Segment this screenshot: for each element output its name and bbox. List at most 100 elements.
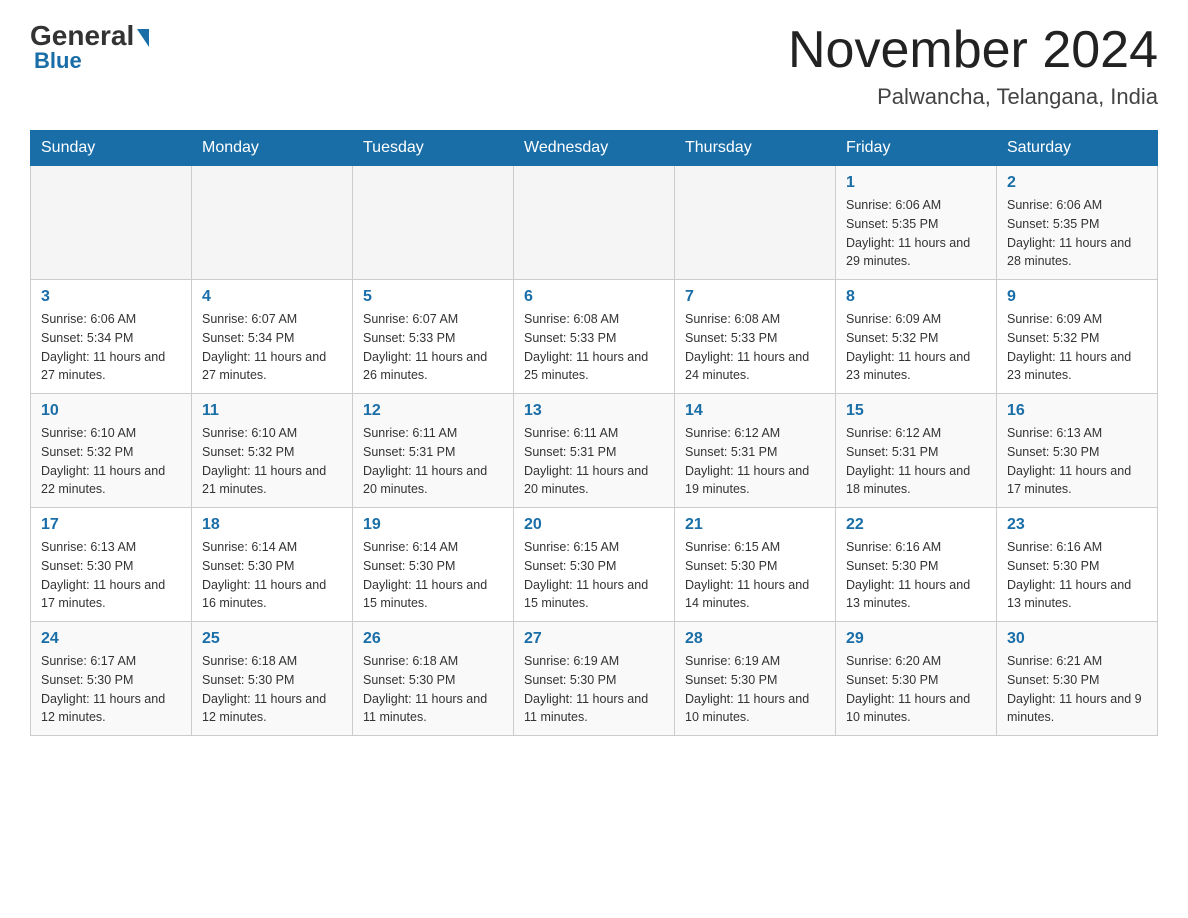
day-number: 22 [846,516,986,534]
day-info: Sunrise: 6:15 AM Sunset: 5:30 PM Dayligh… [524,538,664,613]
day-info: Sunrise: 6:10 AM Sunset: 5:32 PM Dayligh… [41,424,181,499]
calendar-day-cell: 24 Sunrise: 6:17 AM Sunset: 5:30 PM Dayli… [31,622,192,736]
day-info: Sunrise: 6:07 AM Sunset: 5:33 PM Dayligh… [363,310,503,385]
day-number: 9 [1007,288,1147,306]
day-number: 29 [846,630,986,648]
calendar-day-cell: 8 Sunrise: 6:09 AM Sunset: 5:32 PM Daylig… [836,280,997,394]
calendar-day-cell: 13Sunrise: 6:11 AM Sunset: 5:31 PM Dayli… [514,394,675,508]
day-info: Sunrise: 6:13 AM Sunset: 5:30 PM Dayligh… [41,538,181,613]
calendar-day-cell: 25Sunrise: 6:18 AM Sunset: 5:30 PM Dayli… [192,622,353,736]
calendar-day-cell: 6Sunrise: 6:08 AM Sunset: 5:33 PM Daylig… [514,280,675,394]
day-number: 8 [846,288,986,306]
day-info: Sunrise: 6:12 AM Sunset: 5:31 PM Dayligh… [685,424,825,499]
day-info: Sunrise: 6:14 AM Sunset: 5:30 PM Dayligh… [202,538,342,613]
day-info: Sunrise: 6:08 AM Sunset: 5:33 PM Dayligh… [685,310,825,385]
day-info: Sunrise: 6:17 AM Sunset: 5:30 PM Dayligh… [41,652,181,727]
calendar-day-cell: 5 Sunrise: 6:07 AM Sunset: 5:33 PM Daylig… [353,280,514,394]
day-of-week-header: Sunday [31,131,192,166]
day-info: Sunrise: 6:11 AM Sunset: 5:31 PM Dayligh… [363,424,503,499]
calendar-day-cell: 17 Sunrise: 6:13 AM Sunset: 5:30 PM Dayli… [31,508,192,622]
title-block: November 2024 Palwancha, Telangana, Indi… [788,20,1158,110]
calendar-week-row: 17 Sunrise: 6:13 AM Sunset: 5:30 PM Dayli… [31,508,1158,622]
logo-arrow-icon [137,29,149,47]
day-info: Sunrise: 6:11 AM Sunset: 5:31 PM Dayligh… [524,424,664,499]
calendar-day-cell: 10Sunrise: 6:10 AM Sunset: 5:32 PM Dayli… [31,394,192,508]
calendar-day-cell: 1 Sunrise: 6:06 AM Sunset: 5:35 PM Daylig… [836,166,997,280]
calendar-week-row: 1 Sunrise: 6:06 AM Sunset: 5:35 PM Daylig… [31,166,1158,280]
calendar-day-cell: 7 Sunrise: 6:08 AM Sunset: 5:33 PM Daylig… [675,280,836,394]
day-of-week-header: Monday [192,131,353,166]
calendar-day-cell: 29 Sunrise: 6:20 AM Sunset: 5:30 PM Dayli… [836,622,997,736]
calendar-day-cell: 16 Sunrise: 6:13 AM Sunset: 5:30 PM Dayli… [997,394,1158,508]
day-info: Sunrise: 6:07 AM Sunset: 5:34 PM Dayligh… [202,310,342,385]
calendar-week-row: 10Sunrise: 6:10 AM Sunset: 5:32 PM Dayli… [31,394,1158,508]
calendar-day-cell [31,166,192,280]
calendar-table: SundayMondayTuesdayWednesdayThursdayFrid… [30,130,1158,736]
day-info: Sunrise: 6:12 AM Sunset: 5:31 PM Dayligh… [846,424,986,499]
day-of-week-header: Saturday [997,131,1158,166]
calendar-week-row: 3 Sunrise: 6:06 AM Sunset: 5:34 PM Daylig… [31,280,1158,394]
day-number: 17 [41,516,181,534]
day-info: Sunrise: 6:10 AM Sunset: 5:32 PM Dayligh… [202,424,342,499]
day-number: 27 [524,630,664,648]
calendar-day-cell: 27 Sunrise: 6:19 AM Sunset: 5:30 PM Dayli… [514,622,675,736]
day-number: 19 [363,516,503,534]
calendar-day-cell [353,166,514,280]
day-of-week-header: Tuesday [353,131,514,166]
day-number: 2 [1007,174,1147,192]
calendar-day-cell: 15Sunrise: 6:12 AM Sunset: 5:31 PM Dayli… [836,394,997,508]
day-number: 24 [41,630,181,648]
calendar-day-cell: 23Sunrise: 6:16 AM Sunset: 5:30 PM Dayli… [997,508,1158,622]
day-info: Sunrise: 6:13 AM Sunset: 5:30 PM Dayligh… [1007,424,1147,499]
calendar-day-cell: 2 Sunrise: 6:06 AM Sunset: 5:35 PM Daylig… [997,166,1158,280]
day-info: Sunrise: 6:06 AM Sunset: 5:35 PM Dayligh… [846,196,986,271]
calendar-day-cell: 11Sunrise: 6:10 AM Sunset: 5:32 PM Dayli… [192,394,353,508]
location-subtitle: Palwancha, Telangana, India [788,84,1158,110]
calendar-day-cell: 28 Sunrise: 6:19 AM Sunset: 5:30 PM Dayli… [675,622,836,736]
calendar-day-cell: 12 Sunrise: 6:11 AM Sunset: 5:31 PM Dayli… [353,394,514,508]
page-header: General Blue November 2024 Palwancha, Te… [30,20,1158,110]
day-number: 14 [685,402,825,420]
day-info: Sunrise: 6:18 AM Sunset: 5:30 PM Dayligh… [202,652,342,727]
calendar-day-cell: 22 Sunrise: 6:16 AM Sunset: 5:30 PM Dayli… [836,508,997,622]
calendar-day-cell: 30 Sunrise: 6:21 AM Sunset: 5:30 PM Dayli… [997,622,1158,736]
calendar-day-cell: 3 Sunrise: 6:06 AM Sunset: 5:34 PM Daylig… [31,280,192,394]
day-number: 23 [1007,516,1147,534]
day-number: 20 [524,516,664,534]
day-info: Sunrise: 6:18 AM Sunset: 5:30 PM Dayligh… [363,652,503,727]
calendar-day-cell [192,166,353,280]
day-number: 26 [363,630,503,648]
calendar-day-cell [675,166,836,280]
day-info: Sunrise: 6:09 AM Sunset: 5:32 PM Dayligh… [1007,310,1147,385]
day-number: 30 [1007,630,1147,648]
day-of-week-header: Friday [836,131,997,166]
month-year-title: November 2024 [788,20,1158,80]
day-number: 12 [363,402,503,420]
calendar-day-cell: 4Sunrise: 6:07 AM Sunset: 5:34 PM Daylig… [192,280,353,394]
day-number: 16 [1007,402,1147,420]
day-number: 21 [685,516,825,534]
day-info: Sunrise: 6:06 AM Sunset: 5:34 PM Dayligh… [41,310,181,385]
calendar-day-cell: 26 Sunrise: 6:18 AM Sunset: 5:30 PM Dayli… [353,622,514,736]
logo: General Blue [30,20,149,74]
day-number: 6 [524,288,664,306]
calendar-day-cell [514,166,675,280]
day-info: Sunrise: 6:20 AM Sunset: 5:30 PM Dayligh… [846,652,986,727]
day-info: Sunrise: 6:19 AM Sunset: 5:30 PM Dayligh… [685,652,825,727]
calendar-week-row: 24 Sunrise: 6:17 AM Sunset: 5:30 PM Dayli… [31,622,1158,736]
day-number: 5 [363,288,503,306]
day-number: 1 [846,174,986,192]
calendar-header-row: SundayMondayTuesdayWednesdayThursdayFrid… [31,131,1158,166]
day-info: Sunrise: 6:15 AM Sunset: 5:30 PM Dayligh… [685,538,825,613]
day-info: Sunrise: 6:09 AM Sunset: 5:32 PM Dayligh… [846,310,986,385]
day-info: Sunrise: 6:21 AM Sunset: 5:30 PM Dayligh… [1007,652,1147,727]
day-number: 28 [685,630,825,648]
day-of-week-header: Thursday [675,131,836,166]
day-number: 3 [41,288,181,306]
day-info: Sunrise: 6:19 AM Sunset: 5:30 PM Dayligh… [524,652,664,727]
day-number: 7 [685,288,825,306]
calendar-day-cell: 18Sunrise: 6:14 AM Sunset: 5:30 PM Dayli… [192,508,353,622]
day-info: Sunrise: 6:16 AM Sunset: 5:30 PM Dayligh… [846,538,986,613]
calendar-day-cell: 21 Sunrise: 6:15 AM Sunset: 5:30 PM Dayli… [675,508,836,622]
day-info: Sunrise: 6:06 AM Sunset: 5:35 PM Dayligh… [1007,196,1147,271]
